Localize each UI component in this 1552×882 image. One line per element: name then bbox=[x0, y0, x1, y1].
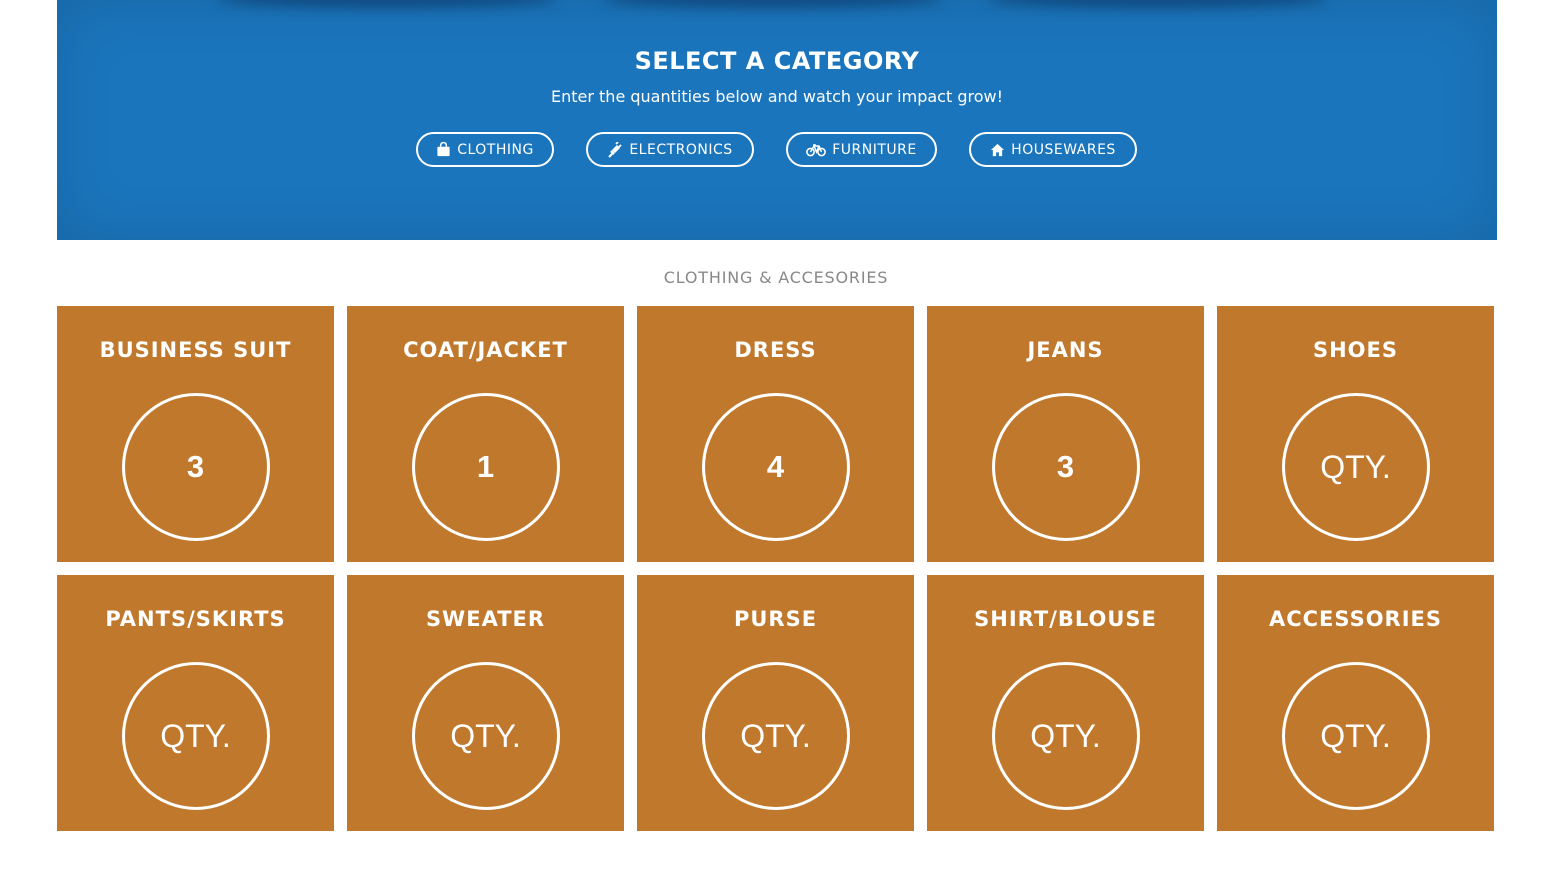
item-name: PURSE bbox=[733, 607, 818, 631]
quantity-input[interactable]: QTY. bbox=[991, 662, 1140, 810]
item-tile-accessories: ACCESSORIES QTY. bbox=[1217, 575, 1494, 831]
category-button-furniture[interactable]: FURNITURE bbox=[786, 132, 937, 167]
category-label: HOUSEWARES bbox=[1011, 141, 1116, 158]
item-tile-shoes: SHOES QTY. bbox=[1217, 306, 1494, 562]
item-tile-coat-jacket: COAT/JACKET 1 bbox=[347, 306, 624, 562]
carousel-card-shadow bbox=[987, 0, 1327, 8]
item-tile-dress: DRESS 4 bbox=[637, 306, 914, 562]
category-label: CLOTHING bbox=[457, 141, 534, 158]
quantity-input[interactable]: 4 bbox=[701, 393, 850, 541]
item-name: ACCESSORIES bbox=[1268, 607, 1443, 631]
category-button-clothing[interactable]: CLOTHING bbox=[416, 132, 554, 167]
category-label: ELECTRONICS bbox=[629, 141, 733, 158]
quantity-input[interactable]: 3 bbox=[121, 393, 270, 541]
item-name: SWEATER bbox=[425, 607, 546, 631]
item-tile-business-suit: BUSINESS SUIT 3 bbox=[57, 306, 334, 562]
item-name: COAT/JACKET bbox=[403, 338, 568, 362]
item-tile-sweater: SWEATER QTY. bbox=[347, 575, 624, 831]
item-tile-pants-skirts: PANTS/SKIRTS QTY. bbox=[57, 575, 334, 831]
item-name: SHIRT/BLOUSE bbox=[974, 607, 1157, 631]
shopping-bag-icon bbox=[436, 142, 451, 157]
quantity-input[interactable]: QTY. bbox=[121, 662, 270, 810]
item-name: JEANS bbox=[1027, 338, 1104, 362]
hero-title: SELECT A CATEGORY bbox=[634, 47, 920, 75]
carousel-card-shadow bbox=[602, 0, 942, 8]
item-name: BUSINESS SUIT bbox=[99, 338, 292, 362]
item-tile-shirt-blouse: SHIRT/BLOUSE QTY. bbox=[927, 575, 1204, 831]
plug-icon bbox=[607, 141, 623, 158]
quantity-input[interactable]: QTY. bbox=[701, 662, 850, 810]
quantity-input[interactable]: QTY. bbox=[1281, 393, 1430, 541]
item-tile-purse: PURSE QTY. bbox=[637, 575, 914, 831]
category-hero: SELECT A CATEGORY Enter the quantities b… bbox=[57, 0, 1497, 240]
carousel-card-shadow bbox=[217, 0, 557, 8]
quantity-input[interactable]: QTY. bbox=[1281, 662, 1430, 810]
section-title: CLOTHING & ACCESORIES bbox=[663, 268, 889, 287]
item-name: PANTS/SKIRTS bbox=[105, 607, 286, 631]
item-name: SHOES bbox=[1312, 338, 1399, 362]
quantity-input[interactable]: 3 bbox=[991, 393, 1140, 541]
item-grid: BUSINESS SUIT 3 COAT/JACKET 1 DRESS 4 JE… bbox=[57, 306, 1497, 831]
home-icon bbox=[990, 143, 1005, 157]
item-tile-jeans: JEANS 3 bbox=[927, 306, 1204, 562]
item-name: DRESS bbox=[734, 338, 817, 362]
bicycle-icon bbox=[806, 143, 827, 157]
quantity-input[interactable]: 1 bbox=[411, 393, 560, 541]
category-button-housewares[interactable]: HOUSEWARES bbox=[969, 132, 1137, 167]
hero-subtitle: Enter the quantities below and watch you… bbox=[551, 87, 1003, 106]
category-label: FURNITURE bbox=[832, 141, 917, 158]
category-button-electronics[interactable]: ELECTRONICS bbox=[586, 132, 754, 167]
quantity-input[interactable]: QTY. bbox=[411, 662, 560, 810]
